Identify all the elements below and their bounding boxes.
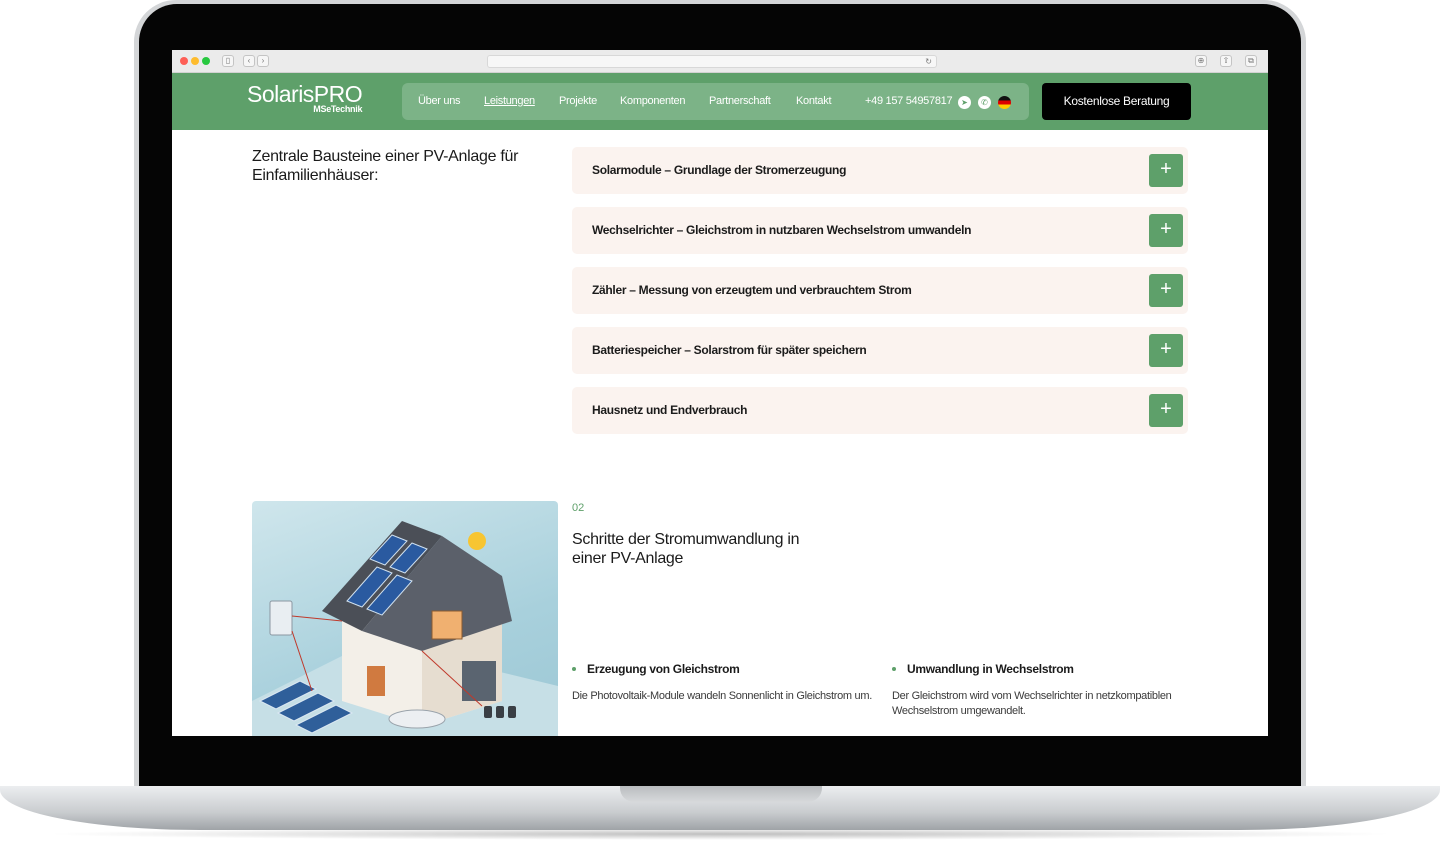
expand-plus-icon[interactable]: + [1149, 274, 1183, 307]
germany-flag-icon[interactable] [998, 96, 1011, 109]
nav-item-kontakt[interactable]: Kontakt [796, 95, 832, 107]
close-window-icon[interactable] [180, 57, 188, 65]
share-icon[interactable]: ⇧ [1220, 55, 1232, 67]
accordion-item-label: Wechselrichter – Gleichstrom in nutzbare… [592, 223, 972, 237]
accordion-item-label: Hausnetz und Endverbrauch [592, 403, 748, 417]
telegram-icon[interactable]: ➤ [958, 96, 971, 109]
logo-sub: MSeTechnik [313, 104, 363, 114]
download-icon[interactable]: ⊕ [1195, 55, 1207, 67]
accordion-item-batteriespeicher[interactable]: Batteriespeicher – Solarstrom für später… [572, 327, 1188, 374]
logo-main: SolarisPRO [247, 81, 363, 107]
expand-plus-icon[interactable]: + [1149, 394, 1183, 427]
nav-item-partnerschaft[interactable]: Partnerschaft [709, 95, 771, 107]
accordion-item-zaehler[interactable]: Zähler – Messung von erzeugtem und verbr… [572, 267, 1188, 314]
pv-system-illustration [252, 501, 558, 736]
feature-description: Die Photovoltaik-Module wandeln Sonnenli… [572, 690, 872, 702]
minimize-window-icon[interactable] [191, 57, 199, 65]
accordion-item-solarmodule[interactable]: Solarmodule – Grundlage der Stromerzeugu… [572, 147, 1188, 194]
accordion-item-wechselrichter[interactable]: Wechselrichter – Gleichstrom in nutzbare… [572, 207, 1188, 254]
sidebar-toggle-icon[interactable]: ▯ [222, 55, 234, 67]
zoom-window-icon[interactable] [202, 57, 210, 65]
feature-title: Erzeugung von Gleichstrom [572, 662, 872, 676]
feature-description: Der Gleichstrom wird vom Wechselrichter … [892, 690, 1172, 717]
accordion-item-hausnetz[interactable]: Hausnetz und Endverbrauch + [572, 387, 1188, 434]
laptop-notch [620, 786, 822, 802]
accordion-item-label: Solarmodule – Grundlage der Stromerzeugu… [592, 163, 847, 177]
reload-icon[interactable]: ↻ [925, 56, 932, 68]
accordion-item-label: Zähler – Messung von erzeugtem und verbr… [592, 283, 912, 297]
screen: ▯ ‹ › ↻ ⊕ ⇧ ⧉ SolarisPRO MSeTechnik Über… [172, 50, 1268, 736]
components-accordion: Solarmodule – Grundlage der Stromerzeugu… [572, 147, 1188, 447]
free-consultation-button[interactable]: Kostenlose Beratung [1042, 83, 1191, 120]
house-solar-illustration [252, 521, 558, 736]
logo[interactable]: SolarisPRO MSeTechnik [247, 81, 363, 114]
browser-toolbar: ▯ ‹ › ↻ ⊕ ⇧ ⧉ [172, 50, 1268, 73]
forward-icon[interactable]: › [257, 55, 269, 67]
step-number: 02 [572, 502, 585, 514]
accordion-item-label: Batteriespeicher – Solarstrom für später… [592, 343, 867, 357]
nav-item-ueber-uns[interactable]: Über uns [418, 95, 461, 107]
phone-number[interactable]: +49 157 54957817 [865, 95, 953, 107]
expand-plus-icon[interactable]: + [1149, 154, 1183, 187]
expand-plus-icon[interactable]: + [1149, 214, 1183, 247]
main-nav: Über uns Leistungen Projekte Komponenten… [402, 83, 1029, 120]
back-icon[interactable]: ‹ [243, 55, 255, 67]
feature-wechselstrom: Umwandlung in Wechselstrom Der Gleichstr… [892, 662, 1192, 719]
feature-title: Umwandlung in Wechselstrom [892, 662, 1192, 676]
site-header: SolarisPRO MSeTechnik Über uns Leistunge… [172, 73, 1268, 130]
nav-item-komponenten[interactable]: Komponenten [620, 95, 686, 107]
whatsapp-icon[interactable]: ✆ [978, 96, 991, 109]
feature-gleichstrom: Erzeugung von Gleichstrom Die Photovolta… [572, 662, 872, 704]
section-title: Zentrale Bausteine einer PV-Anlage für E… [252, 148, 519, 184]
tabs-icon[interactable]: ⧉ [1245, 55, 1257, 67]
step-title: Schritte der Stromumwandlung in einer PV… [572, 531, 800, 567]
nav-item-projekte[interactable]: Projekte [559, 95, 597, 107]
expand-plus-icon[interactable]: + [1149, 334, 1183, 367]
nav-item-leistungen[interactable]: Leistungen [484, 95, 535, 107]
address-bar[interactable]: ↻ [487, 55, 937, 68]
